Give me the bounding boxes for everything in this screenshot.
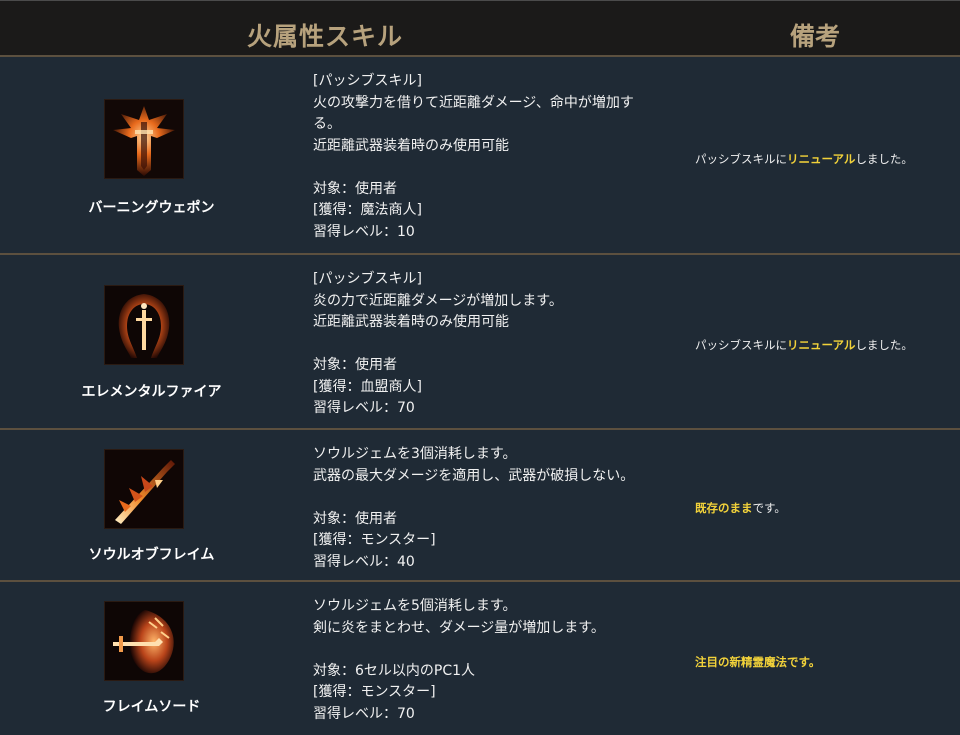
header-skill-column: 火属性スキル	[247, 22, 404, 51]
flame-sword-icon	[104, 601, 184, 681]
table-row: バーニングウェポン [パッシブスキル] 火の攻撃力を借りて近距離ダメージ、命中が…	[0, 57, 960, 255]
table-row: ソウルオブフレイム ソウルジェムを3個消耗します。 武器の最大ダメージを適用し、…	[0, 430, 960, 582]
note-highlight: 注目の新精霊魔法です。	[695, 655, 821, 669]
note-text: です。	[752, 501, 786, 515]
header-note-column: 備考	[790, 22, 841, 51]
table-row: エレメンタルファイア [パッシブスキル] 炎の力で近距離ダメージが増加します。 …	[0, 255, 960, 430]
soul-of-flame-icon	[104, 449, 184, 529]
skill-table: 火属性スキル 備考 バーニングウェポン [パッシブスキル] 火の攻撃力を借りて近…	[0, 0, 960, 735]
skill-name: フレイムソード	[102, 699, 201, 715]
skill-note: 既存のままです。	[695, 500, 960, 516]
table-header: 火属性スキル 備考	[0, 0, 960, 57]
skill-description: ソウルジェムを5個消耗します。 剣に炎をまとわせ、ダメージ量が増加します。 対象…	[313, 598, 605, 722]
skill-name: ソウルオブフレイム	[88, 547, 215, 563]
skill-note: 注目の新精霊魔法です。	[695, 654, 960, 670]
burning-weapon-icon	[104, 99, 184, 179]
elemental-fire-icon	[104, 285, 184, 365]
skill-name: エレメンタルファイア	[81, 384, 222, 400]
skill-description: [パッシブスキル] 火の攻撃力を借りて近距離ダメージ、命中が増加する。 近距離武…	[313, 73, 634, 240]
skill-note: パッシブスキルにリニューアルしました。	[695, 337, 960, 353]
note-text: パッシブスキルに	[695, 152, 787, 166]
note-text: パッシブスキルに	[695, 338, 787, 352]
skill-note: パッシブスキルにリニューアルしました。	[695, 151, 960, 167]
skill-name: バーニングウェポン	[88, 200, 215, 216]
note-highlight: リニューアル	[787, 338, 856, 352]
note-text: しました。	[855, 152, 913, 166]
note-highlight: リニューアル	[787, 152, 856, 166]
note-text: しました。	[855, 338, 913, 352]
table-row: フレイムソード ソウルジェムを5個消耗します。 剣に炎をまとわせ、ダメージ量が増…	[0, 582, 960, 735]
skill-description: [パッシブスキル] 炎の力で近距離ダメージが増加します。 近距離武器装着時のみ使…	[313, 271, 563, 416]
skill-description: ソウルジェムを3個消耗します。 武器の最大ダメージを適用し、武器が破損しない。 …	[313, 446, 635, 570]
note-highlight: 既存のまま	[695, 501, 753, 515]
